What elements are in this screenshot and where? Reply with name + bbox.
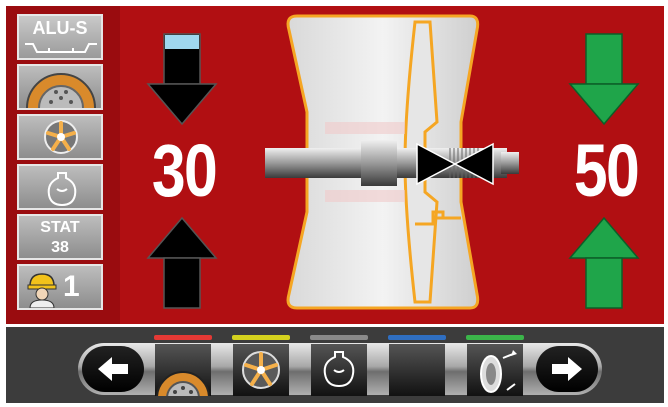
tab-red: [154, 335, 212, 340]
arrow-right-icon: [552, 357, 582, 381]
stat-value: 38: [51, 239, 69, 256]
left-down-arrow-icon: [146, 33, 218, 126]
right-down-arrow-icon: [568, 33, 640, 126]
tire-mount-icon: [480, 350, 517, 393]
wheel-view-button[interactable]: [17, 64, 103, 110]
left-imbalance-value: 30: [151, 129, 218, 212]
tab-gray: [310, 335, 368, 340]
alloy-spokes-button[interactable]: [17, 114, 103, 160]
operator-button[interactable]: 1: [17, 264, 103, 310]
wheel-icon: [156, 371, 210, 396]
rim-profile-icon: [25, 43, 97, 53]
tab-green: [466, 335, 524, 340]
weight-icon: [323, 351, 355, 388]
alloy-rim-icon: [44, 120, 78, 154]
tab-blue: [388, 335, 446, 340]
wheel-icon: [26, 73, 96, 108]
alloy-rim-icon: [242, 351, 280, 389]
f5-tire-button[interactable]: [467, 344, 523, 396]
weight-icon: [47, 172, 77, 207]
mode-alu-s-button[interactable]: ALU-S: [17, 14, 103, 60]
stat-button[interactable]: STAT 38: [17, 214, 103, 260]
wheel-balancer-screen: ALU-S STAT 38 1 30 50: [0, 0, 668, 407]
previous-button[interactable]: [82, 346, 144, 392]
right-up-arrow-icon: [568, 216, 640, 309]
operator-number: 1: [63, 270, 80, 303]
weight-button[interactable]: [17, 164, 103, 210]
stat-label: STAT: [40, 219, 80, 236]
tab-yellow: [232, 335, 290, 340]
f1-wheel-button[interactable]: [155, 344, 211, 396]
left-up-arrow-icon: [146, 216, 218, 309]
f2-alloy-button[interactable]: [233, 344, 289, 396]
f3-weight-button[interactable]: [311, 344, 367, 396]
arrow-left-icon: [98, 357, 128, 381]
operator-helmet-icon: [27, 273, 57, 308]
mode-label: ALU-S: [32, 18, 88, 38]
next-button[interactable]: [536, 346, 598, 392]
right-imbalance-value: 50: [573, 129, 640, 212]
f4-blank-button[interactable]: [389, 344, 445, 396]
wheel-cross-section-illustration: [265, 14, 519, 310]
